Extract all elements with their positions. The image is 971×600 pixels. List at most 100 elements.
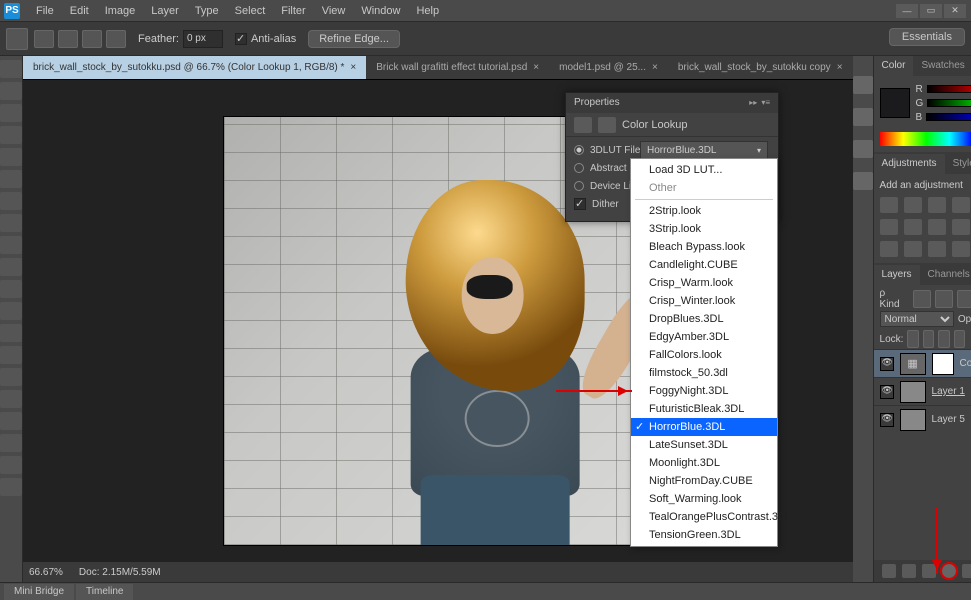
close-icon[interactable]: × — [533, 56, 539, 80]
adj-colorbalance-icon[interactable] — [880, 219, 898, 235]
dropdown-item[interactable]: FallColors.look — [631, 346, 777, 364]
antialias-checkbox[interactable] — [235, 33, 247, 45]
lock-position-icon[interactable] — [938, 330, 949, 348]
adj-threshold-icon[interactable] — [904, 241, 922, 257]
feather-input[interactable] — [183, 30, 223, 48]
tool-marquee[interactable] — [0, 82, 22, 100]
menu-filter[interactable]: Filter — [273, 0, 313, 22]
dropdown-item[interactable]: HorrorBlue.3DL — [631, 418, 777, 436]
layers-tab[interactable]: Layers — [874, 265, 920, 285]
refine-edge-button[interactable]: Refine Edge... — [308, 30, 400, 48]
zoom-level[interactable]: 66.67% — [29, 567, 63, 578]
panel-menu-icon[interactable]: ▾≡ — [761, 93, 770, 113]
menu-type[interactable]: Type — [187, 0, 227, 22]
dropdown-item[interactable]: Bleach Bypass.look — [631, 238, 777, 256]
window-restore[interactable]: ▭ — [920, 4, 942, 18]
tool-wand[interactable] — [0, 126, 22, 144]
radio-icon[interactable] — [574, 181, 584, 191]
selection-intersect-icon[interactable] — [106, 30, 126, 48]
tool-brush[interactable] — [0, 214, 22, 232]
menu-select[interactable]: Select — [227, 0, 274, 22]
adj-photofilter-icon[interactable] — [928, 219, 946, 235]
new-adjustment-layer-icon[interactable] — [942, 564, 956, 578]
selection-subtract-icon[interactable] — [82, 30, 102, 48]
menu-image[interactable]: Image — [97, 0, 144, 22]
dropdown-item[interactable]: Candlelight.CUBE — [631, 256, 777, 274]
lut-file-select[interactable]: HorrorBlue.3DL — [640, 141, 768, 159]
g-slider[interactable] — [927, 99, 971, 107]
tool-lasso[interactable] — [0, 104, 22, 122]
lock-transparent-icon[interactable] — [907, 330, 918, 348]
dither-checkbox[interactable] — [574, 198, 586, 210]
adj-channelmixer-icon[interactable] — [952, 219, 970, 235]
menu-file[interactable]: File — [28, 0, 62, 22]
document-tab[interactable]: Brick wall grafitti effect tutorial.psd× — [366, 56, 549, 79]
layer-row[interactable]: Layer 1 — [874, 377, 971, 405]
dropdown-item[interactable]: 2Strip.look — [631, 202, 777, 220]
mini-bridge-tab[interactable]: Mini Bridge — [4, 584, 74, 600]
dropdown-item[interactable]: Load 3D LUT... — [631, 161, 777, 179]
window-close[interactable]: ✕ — [944, 4, 966, 18]
paragraph-panel-icon[interactable] — [853, 172, 873, 190]
filter-adj-icon[interactable] — [935, 290, 953, 308]
visibility-toggle[interactable] — [880, 357, 894, 371]
layer-name[interactable]: Layer 1 — [932, 386, 971, 397]
adj-exposure-icon[interactable] — [952, 197, 970, 213]
selection-add-icon[interactable] — [58, 30, 78, 48]
workspace-switcher[interactable]: Essentials — [889, 28, 965, 46]
window-minimize[interactable]: — — [896, 4, 918, 18]
menu-edit[interactable]: Edit — [62, 0, 97, 22]
document-tab[interactable]: brick_wall_stock_by_sutokku.psd @ 66.7% … — [23, 56, 366, 79]
link-layers-icon[interactable] — [882, 564, 896, 578]
styles-tab[interactable]: Styles — [945, 154, 971, 174]
color-spectrum[interactable] — [880, 132, 971, 146]
filter-pixel-icon[interactable] — [913, 290, 931, 308]
tool-hand[interactable] — [0, 456, 22, 474]
tool-eyedropper[interactable] — [0, 170, 22, 188]
selection-new-icon[interactable] — [34, 30, 54, 48]
active-tool-icon[interactable] — [6, 28, 28, 50]
r-slider[interactable] — [927, 85, 971, 93]
dropdown-item[interactable]: TealOrangePlusContrast.3DL — [631, 508, 777, 526]
dropdown-item[interactable]: FuturisticBleak.3DL — [631, 400, 777, 418]
tool-heal[interactable] — [0, 192, 22, 210]
tool-pen[interactable] — [0, 368, 22, 386]
tool-dodge[interactable] — [0, 346, 22, 364]
tool-gradient[interactable] — [0, 302, 22, 320]
adj-selectivecolor-icon[interactable] — [952, 241, 970, 257]
lock-all-icon[interactable] — [954, 330, 965, 348]
menu-help[interactable]: Help — [408, 0, 447, 22]
swatches-tab[interactable]: Swatches — [913, 56, 971, 76]
adj-curves-icon[interactable] — [928, 197, 946, 213]
layer-fx-icon[interactable] — [902, 564, 916, 578]
character-panel-icon[interactable] — [853, 140, 873, 158]
actions-panel-icon[interactable] — [853, 108, 873, 126]
adj-brightness-icon[interactable] — [880, 197, 898, 213]
adj-posterize-icon[interactable] — [880, 241, 898, 257]
dropdown-item[interactable]: Crisp_Winter.look — [631, 292, 777, 310]
close-icon[interactable]: × — [652, 56, 658, 80]
tool-eraser[interactable] — [0, 280, 22, 298]
blend-mode-select[interactable]: Normal — [880, 311, 954, 327]
tool-type[interactable] — [0, 390, 22, 408]
tool-zoom[interactable] — [0, 478, 22, 496]
tool-path[interactable] — [0, 412, 22, 430]
adj-bw-icon[interactable] — [904, 219, 922, 235]
tool-history-brush[interactable] — [0, 258, 22, 276]
layer-row[interactable]: ▦Color Loo... — [874, 349, 971, 377]
layer-name[interactable]: Layer 5 — [932, 414, 971, 425]
menu-window[interactable]: Window — [353, 0, 408, 22]
panel-collapse-icon[interactable]: ▸▸ — [749, 93, 757, 113]
visibility-toggle[interactable] — [880, 413, 894, 427]
dropdown-item[interactable]: Crisp_Warm.look — [631, 274, 777, 292]
lut-dropdown[interactable]: Load 3D LUT...Other2Strip.look3Strip.loo… — [630, 158, 778, 547]
dropdown-item[interactable]: TensionGreen.3DL — [631, 526, 777, 544]
close-icon[interactable]: × — [837, 56, 843, 80]
lock-pixels-icon[interactable] — [923, 330, 934, 348]
channels-tab[interactable]: Channels — [920, 265, 971, 285]
tool-blur[interactable] — [0, 324, 22, 342]
timeline-tab[interactable]: Timeline — [76, 584, 133, 600]
color-tab[interactable]: Color — [874, 56, 914, 76]
menu-layer[interactable]: Layer — [143, 0, 187, 22]
tool-shape[interactable] — [0, 434, 22, 452]
